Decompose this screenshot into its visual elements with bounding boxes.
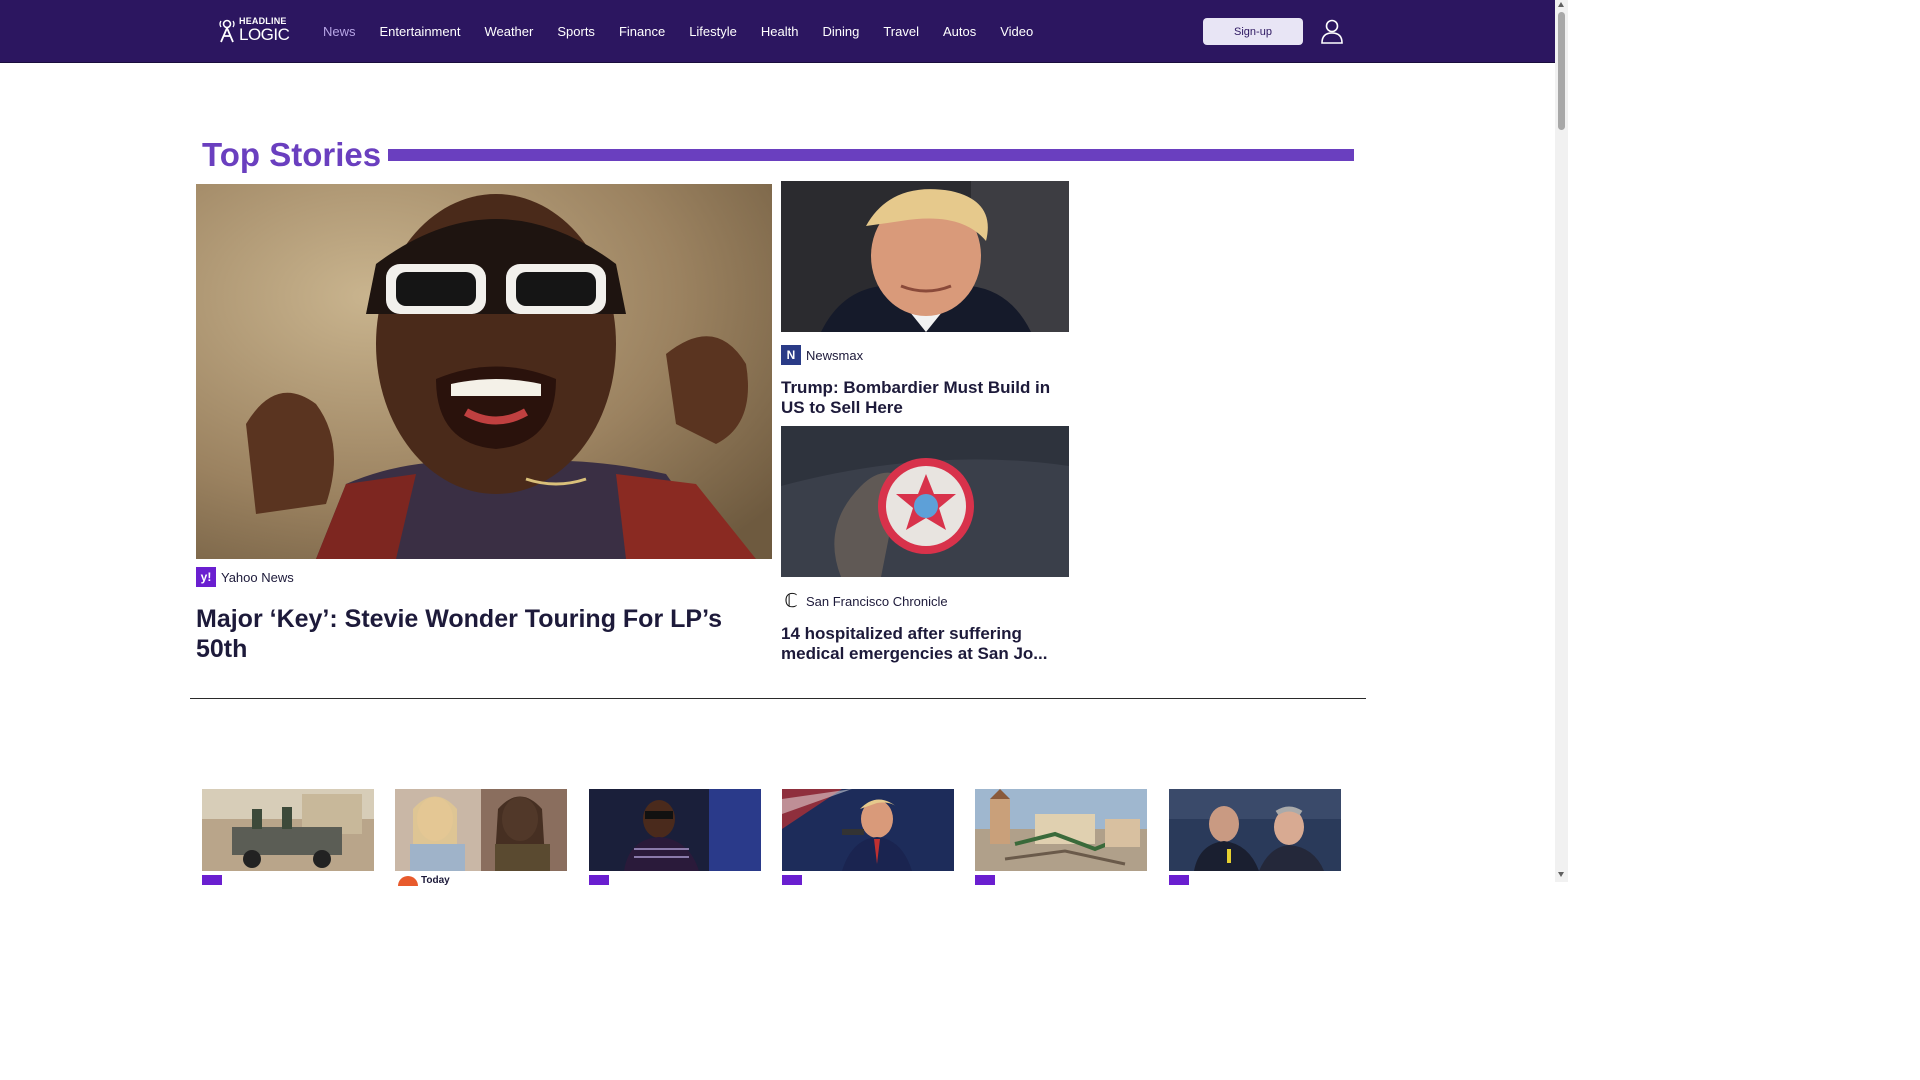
newsmax-logo-icon: N [781,345,801,365]
yahoo-news-logo-icon: y! [196,567,216,587]
signup-button[interactable]: Sign-up [1203,18,1303,45]
nav-item-dining[interactable]: Dining [810,24,871,39]
side-story-1-image[interactable] [781,181,1069,332]
nav-item-entertainment[interactable]: Entertainment [368,24,473,39]
yahoo-news-logo-icon [589,875,609,885]
main-story-headline[interactable]: Major ‘Key’: Stevie Wonder Touring For L… [196,604,766,664]
more-story-1-source[interactable] [202,875,225,885]
nav-item-weather[interactable]: Weather [472,24,545,39]
side-story-2-headline[interactable]: 14 hospitalized after suffering medical … [781,624,1069,663]
nav-item-travel[interactable]: Travel [871,24,931,39]
more-story-6-source[interactable] [1169,875,1192,885]
logo-line2: LOGIC [239,25,290,44]
nav-item-health[interactable]: Health [749,24,811,39]
more-story-2-source[interactable]: Today [398,875,450,886]
more-story-1-image[interactable] [202,789,374,871]
yahoo-news-logo-icon [202,875,222,885]
yahoo-news-logo-icon [782,875,802,885]
headline-logic-logo[interactable]: HEADLINE LOGIC [218,15,290,45]
section-divider [190,698,1366,699]
more-story-6-image[interactable] [1169,789,1341,871]
source-name: San Francisco Chronicle [806,593,948,609]
scroll-down-arrow-icon[interactable] [1558,872,1564,877]
more-story-5-image[interactable] [975,789,1147,871]
nav-item-news[interactable]: News [311,24,368,39]
yahoo-news-logo-icon [1169,875,1189,885]
side-story-2-source[interactable]: ℂ San Francisco Chronicle [781,590,948,612]
side-story-1-headline[interactable]: Trump: Bombardier Must Build in US to Se… [781,378,1069,417]
more-story-3-image[interactable] [589,789,761,871]
source-name: Newsmax [806,347,864,363]
nav-item-lifestyle[interactable]: Lifestyle [677,24,749,39]
more-story-3-source[interactable] [589,875,612,885]
sf-chronicle-logo-icon: ℂ [784,590,798,612]
user-icon[interactable] [1320,18,1344,44]
more-story-2-image[interactable] [395,789,567,871]
side-story-1-source[interactable]: N Newsmax [781,345,863,365]
more-story-5-source[interactable] [975,875,998,885]
section-title-bar [388,149,1354,161]
source-name: Today [421,875,450,886]
side-story-2-image[interactable] [781,426,1069,577]
logo-mark-icon [219,19,235,43]
source-name: Yahoo News [221,569,294,585]
section-title-top-stories: Top Stories [202,136,382,173]
main-story-image[interactable] [196,184,772,559]
nav-item-finance[interactable]: Finance [607,24,677,39]
nav-item-video[interactable]: Video [988,24,1045,39]
nav-item-autos[interactable]: Autos [931,24,988,39]
scroll-up-arrow-icon[interactable] [1558,2,1564,7]
scroll-thumb[interactable] [1558,12,1565,130]
yahoo-news-logo-icon [975,875,995,885]
main-story-source[interactable]: y! Yahoo News [196,567,294,587]
nav-item-sports[interactable]: Sports [545,24,607,39]
more-story-4-image[interactable] [782,789,954,871]
more-story-4-source[interactable] [782,875,805,885]
today-logo-icon [398,875,418,886]
page-scrollbar[interactable] [1555,0,1568,882]
main-nav: News Entertainment Weather Sports Financ… [311,0,1045,62]
top-nav-bar: HEADLINE LOGIC News Entertainment Weathe… [0,0,1555,63]
